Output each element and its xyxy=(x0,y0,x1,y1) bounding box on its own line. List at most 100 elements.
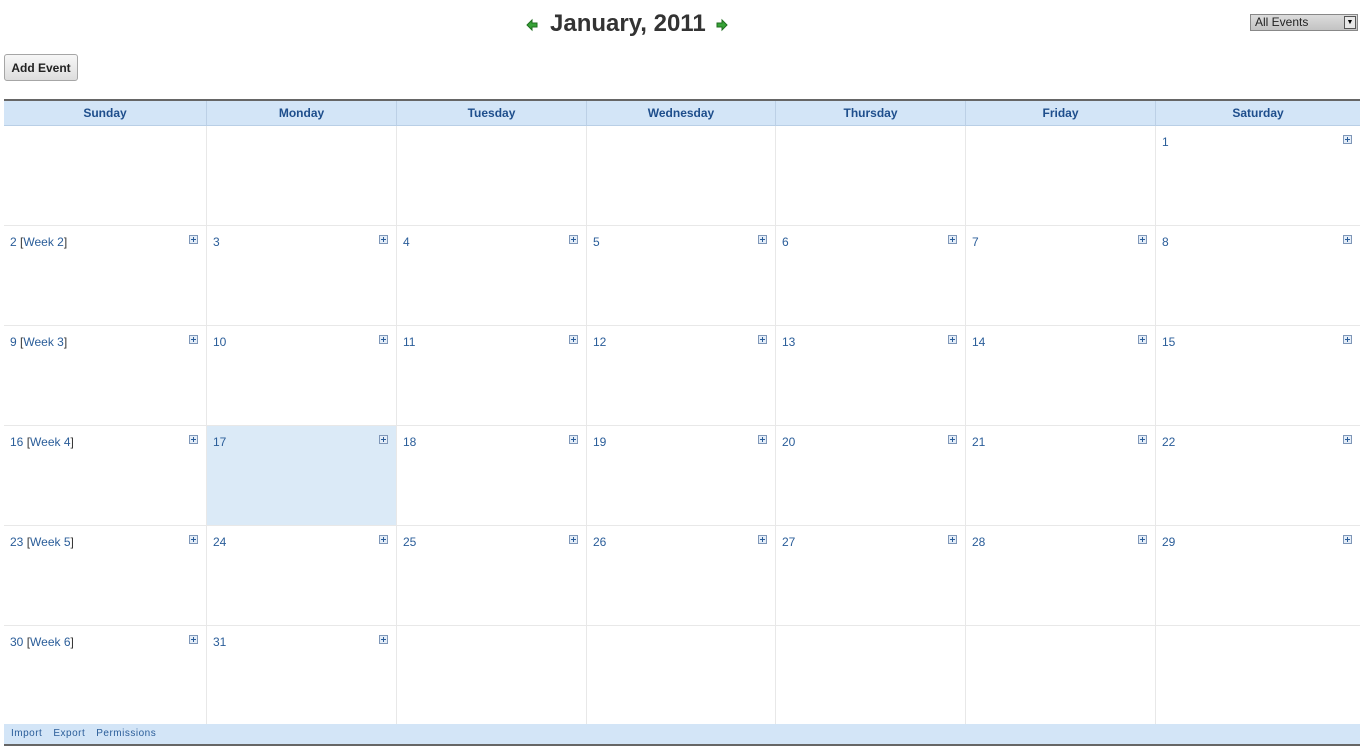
day-number[interactable]: 22 xyxy=(1162,435,1175,449)
add-event-plus-icon[interactable] xyxy=(189,235,198,244)
day-number[interactable]: 5 xyxy=(593,235,600,249)
day-cell[interactable]: 9 [Week 3] xyxy=(4,326,207,425)
day-number-link[interactable]: 31 xyxy=(213,635,226,649)
day-cell[interactable]: 2 [Week 2] xyxy=(4,226,207,325)
day-cell[interactable]: 12 xyxy=(587,326,776,425)
day-number[interactable]: 13 xyxy=(782,335,795,349)
day-number-link[interactable]: 29 xyxy=(1162,535,1175,549)
day-number[interactable]: 26 xyxy=(593,535,606,549)
day-number-link[interactable]: 2 [Week 2] xyxy=(10,235,67,249)
day-number-link[interactable]: 26 xyxy=(593,535,606,549)
day-cell[interactable]: 8 xyxy=(1156,226,1360,325)
add-event-plus-icon[interactable] xyxy=(758,435,767,444)
day-number[interactable]: 31 xyxy=(213,635,226,649)
add-event-plus-icon[interactable] xyxy=(1343,235,1352,244)
day-number[interactable]: 9 xyxy=(10,335,17,349)
day-number[interactable]: 6 xyxy=(782,235,789,249)
add-event-plus-icon[interactable] xyxy=(758,335,767,344)
day-number-link[interactable]: 27 xyxy=(782,535,795,549)
day-number[interactable]: 8 xyxy=(1162,235,1169,249)
add-event-plus-icon[interactable] xyxy=(379,235,388,244)
day-number-link[interactable]: 13 xyxy=(782,335,795,349)
day-number-link[interactable]: 30 [Week 6] xyxy=(10,635,74,649)
day-cell[interactable]: 26 xyxy=(587,526,776,625)
day-number-link[interactable]: 22 xyxy=(1162,435,1175,449)
day-cell[interactable]: 24 xyxy=(207,526,397,625)
day-number[interactable]: 4 xyxy=(403,235,410,249)
day-number[interactable]: 29 xyxy=(1162,535,1175,549)
day-number-link[interactable]: 10 xyxy=(213,335,226,349)
day-cell[interactable]: 7 xyxy=(966,226,1156,325)
week-link[interactable]: Week 6 xyxy=(30,635,70,649)
add-event-plus-icon[interactable] xyxy=(948,335,957,344)
day-number-link[interactable]: 19 xyxy=(593,435,606,449)
day-number-link[interactable]: 5 xyxy=(593,235,600,249)
day-number-link[interactable]: 9 [Week 3] xyxy=(10,335,67,349)
add-event-plus-icon[interactable] xyxy=(189,535,198,544)
add-event-button[interactable]: Add Event xyxy=(4,54,78,81)
day-number[interactable]: 27 xyxy=(782,535,795,549)
day-number[interactable]: 15 xyxy=(1162,335,1175,349)
day-number[interactable]: 18 xyxy=(403,435,416,449)
day-number[interactable]: 25 xyxy=(403,535,416,549)
day-cell[interactable]: 16 [Week 4] xyxy=(4,426,207,525)
day-number-link[interactable]: 7 xyxy=(972,235,979,249)
day-number-link[interactable]: 28 xyxy=(972,535,985,549)
day-cell[interactable]: 6 xyxy=(776,226,966,325)
day-cell[interactable]: 22 xyxy=(1156,426,1360,525)
day-number-link[interactable]: 14 xyxy=(972,335,985,349)
add-event-plus-icon[interactable] xyxy=(1138,535,1147,544)
week-link[interactable]: Week 4 xyxy=(30,435,70,449)
add-event-plus-icon[interactable] xyxy=(758,535,767,544)
day-number[interactable]: 7 xyxy=(972,235,979,249)
day-cell[interactable]: 31 xyxy=(207,626,397,725)
add-event-plus-icon[interactable] xyxy=(379,635,388,644)
add-event-plus-icon[interactable] xyxy=(379,535,388,544)
day-number[interactable]: 16 xyxy=(10,435,23,449)
day-number[interactable]: 17 xyxy=(213,435,226,449)
day-cell[interactable]: 4 xyxy=(397,226,587,325)
event-filter-select[interactable]: All Events ▼ xyxy=(1250,14,1358,31)
add-event-plus-icon[interactable] xyxy=(379,335,388,344)
day-cell[interactable]: 1 xyxy=(1156,126,1360,225)
day-number[interactable]: 3 xyxy=(213,235,220,249)
day-number[interactable]: 28 xyxy=(972,535,985,549)
day-number[interactable]: 11 xyxy=(403,335,415,349)
day-cell[interactable]: 27 xyxy=(776,526,966,625)
day-number[interactable]: 1 xyxy=(1162,135,1169,149)
day-number[interactable]: 21 xyxy=(972,435,985,449)
arrow-left-icon[interactable] xyxy=(525,18,539,32)
day-number[interactable]: 12 xyxy=(593,335,606,349)
day-cell[interactable]: 17 xyxy=(207,426,397,525)
day-cell[interactable]: 3 xyxy=(207,226,397,325)
day-number-link[interactable]: 11 xyxy=(403,335,415,349)
day-number-link[interactable]: 1 xyxy=(1162,135,1169,149)
day-number[interactable]: 10 xyxy=(213,335,226,349)
day-number-link[interactable]: 3 xyxy=(213,235,220,249)
day-number-link[interactable]: 8 xyxy=(1162,235,1169,249)
day-number-link[interactable]: 24 xyxy=(213,535,226,549)
day-number-link[interactable]: 12 xyxy=(593,335,606,349)
add-event-plus-icon[interactable] xyxy=(569,535,578,544)
add-event-plus-icon[interactable] xyxy=(1343,335,1352,344)
day-number-link[interactable]: 20 xyxy=(782,435,795,449)
day-number-link[interactable]: 21 xyxy=(972,435,985,449)
add-event-plus-icon[interactable] xyxy=(1343,435,1352,444)
day-number[interactable]: 2 xyxy=(10,235,17,249)
day-number[interactable]: 30 xyxy=(10,635,23,649)
add-event-plus-icon[interactable] xyxy=(758,235,767,244)
day-cell[interactable]: 11 xyxy=(397,326,587,425)
week-link[interactable]: Week 5 xyxy=(30,535,70,549)
add-event-plus-icon[interactable] xyxy=(569,435,578,444)
footer-link-import[interactable]: Import xyxy=(11,728,42,739)
day-number-link[interactable]: 18 xyxy=(403,435,416,449)
footer-link-export[interactable]: Export xyxy=(53,728,85,739)
add-event-plus-icon[interactable] xyxy=(569,235,578,244)
day-cell[interactable]: 29 xyxy=(1156,526,1360,625)
day-cell[interactable]: 14 xyxy=(966,326,1156,425)
day-cell[interactable]: 21 xyxy=(966,426,1156,525)
add-event-plus-icon[interactable] xyxy=(189,635,198,644)
add-event-plus-icon[interactable] xyxy=(1138,235,1147,244)
day-cell[interactable]: 23 [Week 5] xyxy=(4,526,207,625)
footer-link-permissions[interactable]: Permissions xyxy=(96,728,156,739)
